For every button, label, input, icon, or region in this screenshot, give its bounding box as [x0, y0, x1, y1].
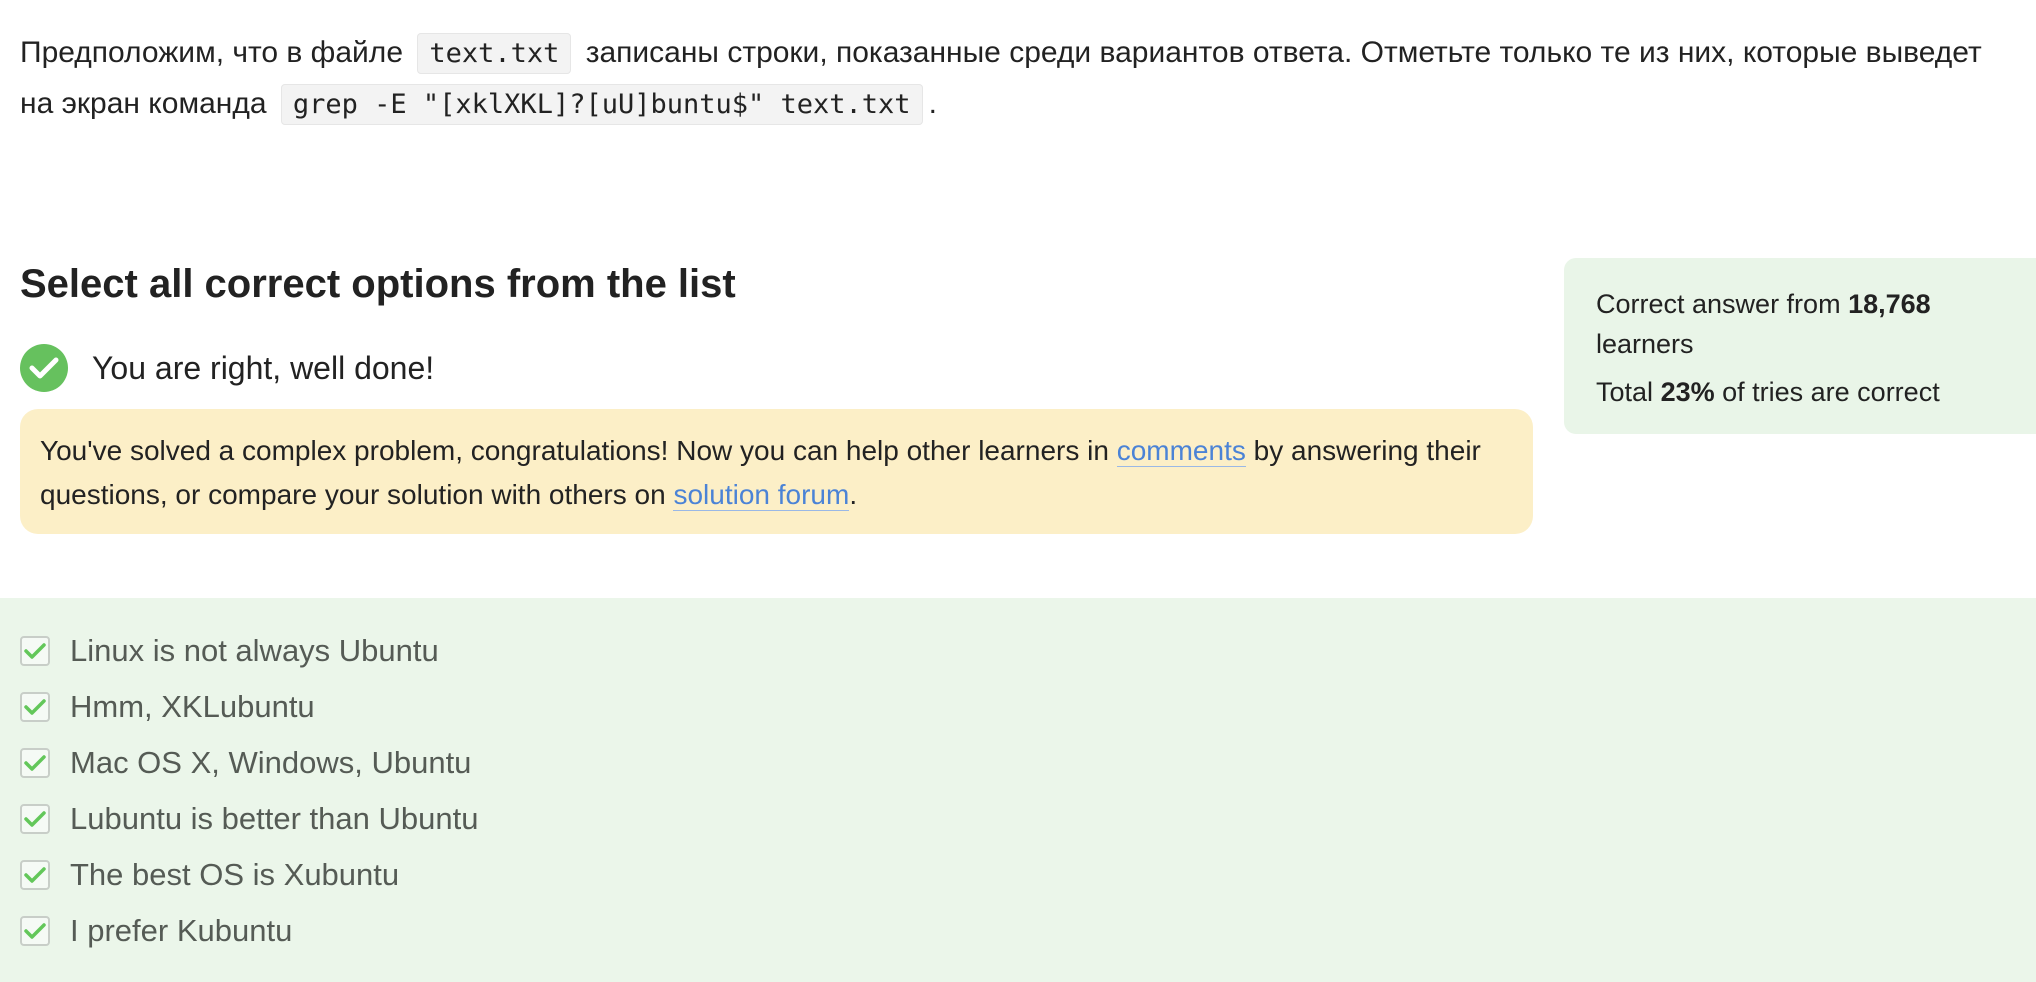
stats-learners: Correct answer from 18,768 learners [1596, 284, 2016, 364]
page-title: Select all correct options from the list [20, 262, 736, 306]
checkbox-checked-icon[interactable] [20, 860, 50, 890]
option-label: Hmm, XKLubuntu [70, 689, 315, 724]
check-circle-icon [20, 344, 68, 392]
options-list: Linux is not always Ubuntu Hmm, XKLubunt… [0, 598, 2036, 982]
question-text-end: . [928, 87, 937, 120]
code-grep-command: grep -E "[xklXKL]?[uU]buntu$" text.txt [280, 84, 923, 125]
option-item[interactable]: Mac OS X, Windows, Ubuntu [20, 735, 471, 791]
question-text: Предположим, что в файле text.txt записа… [20, 28, 2010, 130]
checkbox-checked-icon[interactable] [20, 804, 50, 834]
option-item[interactable]: Linux is not always Ubuntu [20, 623, 439, 679]
option-label: Linux is not always Ubuntu [70, 633, 439, 668]
checkbox-checked-icon[interactable] [20, 916, 50, 946]
option-label: The best OS is Xubuntu [70, 857, 400, 892]
checkbox-checked-icon[interactable] [20, 748, 50, 778]
comments-link[interactable]: comments [1116, 435, 1246, 467]
option-item[interactable]: I prefer Kubuntu [20, 903, 292, 959]
solution-forum-link[interactable]: solution forum [673, 479, 850, 511]
congrats-text-1: You've solved a complex problem, congrat… [40, 435, 1109, 466]
stats-panel: Correct answer from 18,768 learners Tota… [1564, 258, 2036, 434]
checkbox-checked-icon[interactable] [20, 636, 50, 666]
option-label: Lubuntu is better than Ubuntu [70, 801, 479, 836]
option-label: Mac OS X, Windows, Ubuntu [70, 745, 472, 780]
stats-line2-suffix: of tries are correct [1722, 377, 1940, 407]
congrats-text-3: . [849, 479, 858, 510]
checkbox-checked-icon[interactable] [20, 692, 50, 722]
correct-percent: 23% [1660, 377, 1715, 407]
learners-count: 18,768 [1848, 289, 1931, 319]
option-label: I prefer Kubuntu [70, 913, 293, 948]
option-item[interactable]: Lubuntu is better than Ubuntu [20, 791, 478, 847]
result-status: You are right, well done! [20, 343, 434, 393]
result-message: You are right, well done! [92, 349, 435, 386]
code-file-name: text.txt [417, 33, 572, 74]
stats-line1-suffix: learners [1596, 329, 1694, 359]
option-item[interactable]: Hmm, XKLubuntu [20, 679, 315, 735]
stats-line1-prefix: Correct answer from [1596, 289, 1841, 319]
option-item[interactable]: The best OS is Xubuntu [20, 847, 399, 903]
stats-line2-prefix: Total [1596, 377, 1654, 407]
congrats-banner: You've solved a complex problem, congrat… [20, 409, 1533, 534]
question-text-before: Предположим, что в файле [20, 36, 403, 69]
stats-percent: Total 23% of tries are correct [1596, 372, 2016, 412]
